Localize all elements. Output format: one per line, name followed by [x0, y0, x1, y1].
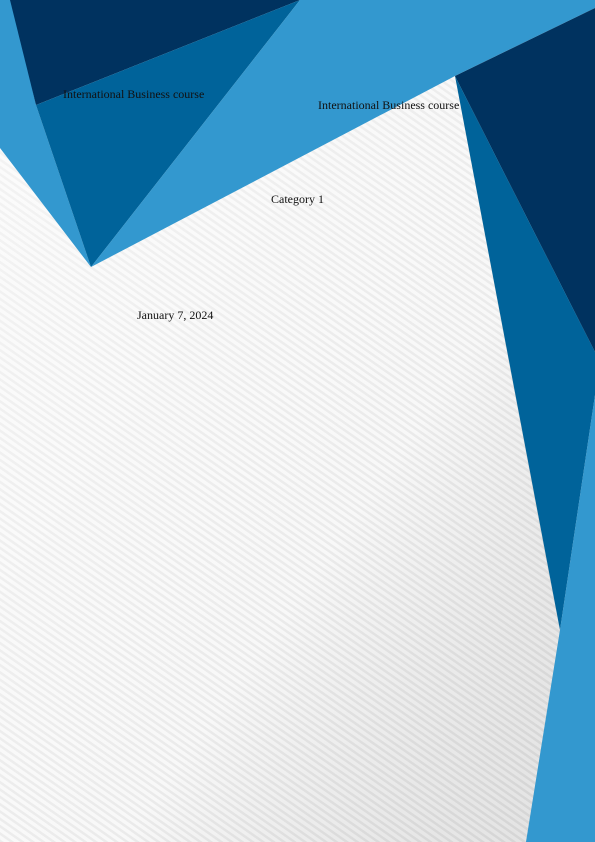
course-title-right: International Business course [318, 98, 460, 112]
cover-background [0, 0, 595, 842]
category-label: Category 1 [271, 192, 324, 206]
document-date: January 7, 2024 [137, 308, 214, 322]
cover-page: International Business course Internatio… [0, 0, 595, 842]
course-title-left: International Business course [63, 87, 205, 101]
